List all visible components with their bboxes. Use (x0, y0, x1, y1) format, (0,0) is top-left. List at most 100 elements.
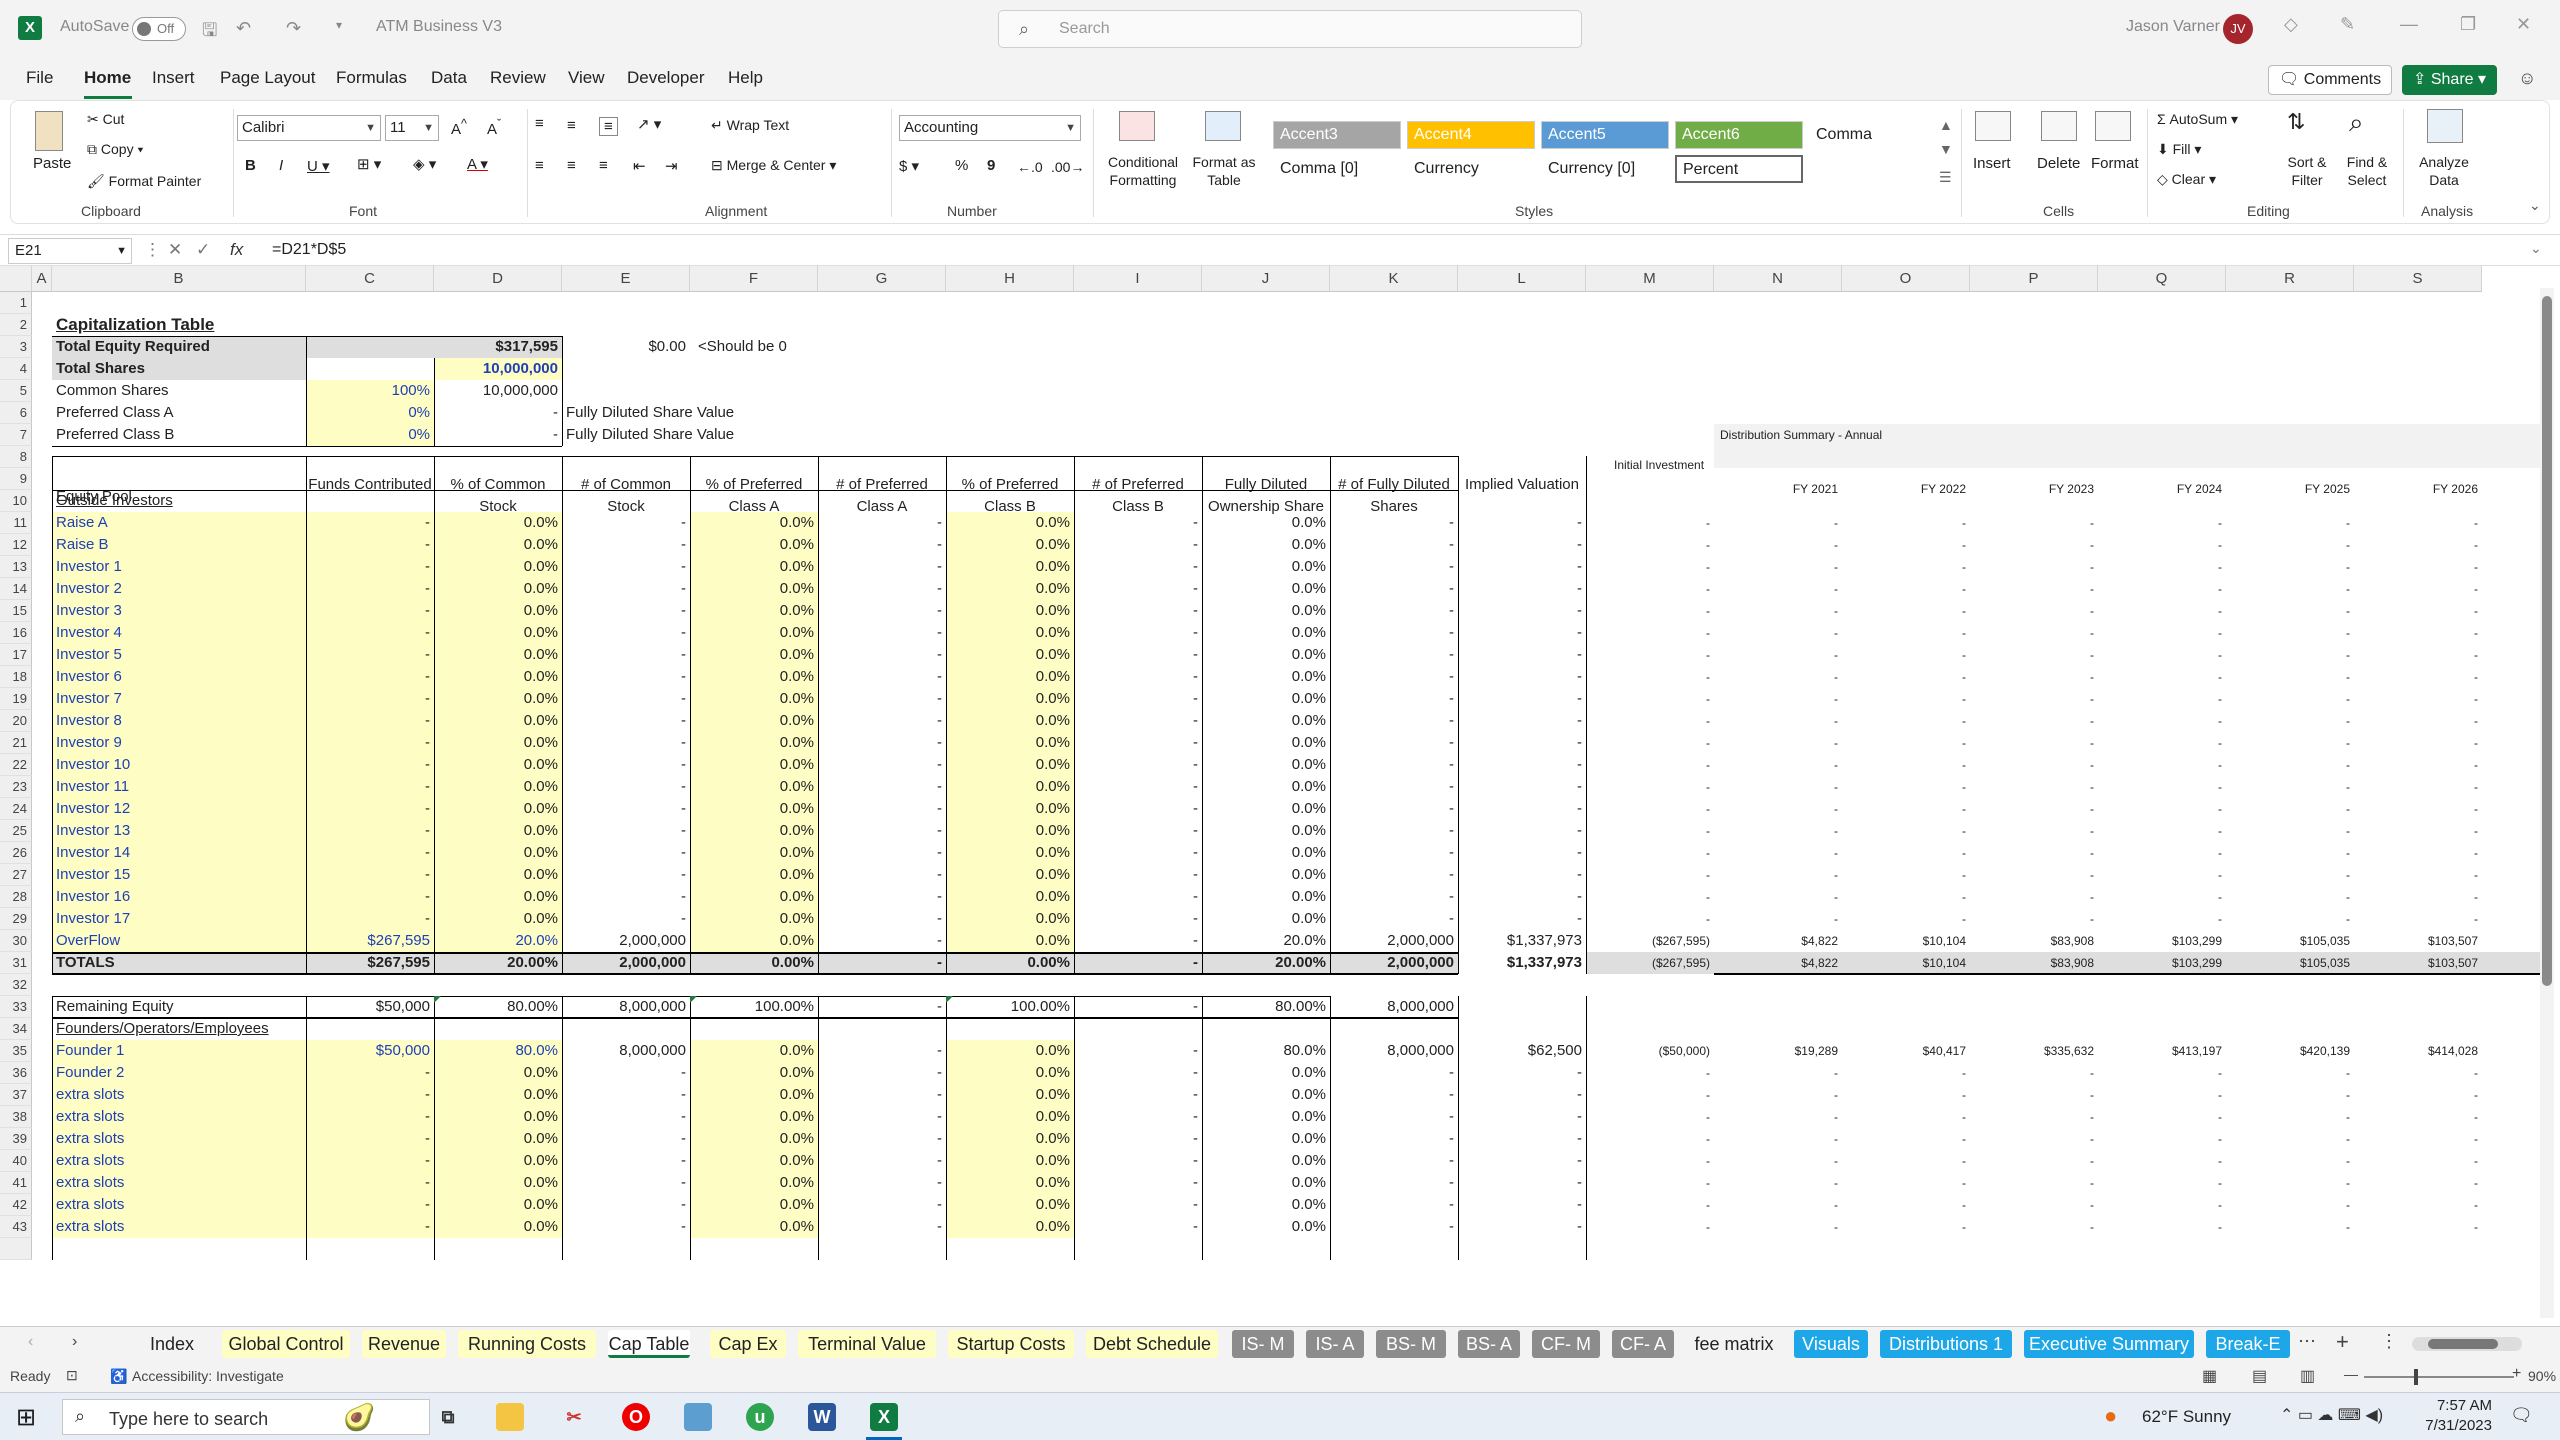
total-shares-value[interactable]: 10,000,000 (434, 358, 562, 380)
cell-f[interactable]: 0.0% (690, 534, 818, 556)
cell-g[interactable]: - (818, 1062, 946, 1084)
cell-e[interactable]: - (562, 666, 690, 688)
grow-font-icon[interactable]: A^ (451, 117, 467, 138)
close-icon[interactable]: ✕ (2516, 14, 2531, 35)
remaining-equity-label[interactable]: Remaining Equity (52, 996, 306, 1018)
cell-j[interactable]: 0.0% (1202, 908, 1330, 930)
style-currency-0[interactable]: Currency [0] (1541, 155, 1669, 183)
dist-cell[interactable]: - (1842, 908, 1970, 930)
expand-formula-icon[interactable]: ⌄ (2530, 240, 2542, 257)
row-header[interactable]: 6 (0, 402, 32, 424)
row-header[interactable]: 26 (0, 842, 32, 864)
cell-d[interactable]: 0.0% (434, 908, 562, 930)
cell-e[interactable]: - (562, 754, 690, 776)
cell-h[interactable]: 0.0% (946, 1040, 1074, 1062)
dist-cell[interactable]: - (1714, 820, 1842, 842)
cell-f[interactable]: 0.0% (690, 512, 818, 534)
dist-cell[interactable]: - (1714, 578, 1842, 600)
app-icon[interactable] (684, 1403, 712, 1431)
cell-f[interactable]: 0.0% (690, 600, 818, 622)
cell-g[interactable]: - (818, 622, 946, 644)
cell-i[interactable]: - (1074, 1062, 1202, 1084)
fdsv-label-b[interactable]: Fully Diluted Share Value (562, 424, 782, 446)
underline-button[interactable]: U ▾ (307, 157, 330, 175)
dist-cell[interactable]: - (1970, 1062, 2098, 1084)
dist-cell[interactable]: - (1586, 842, 1714, 864)
dist-cell[interactable]: - (2354, 754, 2482, 776)
minimize-icon[interactable]: — (2400, 14, 2418, 35)
tab-cf-a[interactable]: CF- A (1612, 1330, 1674, 1358)
fy-header[interactable]: FY 2021 (1714, 478, 1842, 500)
dist-cell[interactable]: - (2354, 776, 2482, 798)
cell-j[interactable]: 0.0% (1202, 644, 1330, 666)
dist-cell[interactable]: - (1586, 1172, 1714, 1194)
cell-l[interactable]: - (1458, 556, 1586, 578)
cell-l[interactable]: - (1458, 1062, 1586, 1084)
dist-cell[interactable]: $420,139 (2226, 1040, 2354, 1062)
cell-k[interactable]: - (1330, 886, 1458, 908)
insert-cells-button[interactable]: Insert (1973, 155, 2011, 172)
page-layout-view-icon[interactable]: ▤ (2252, 1366, 2267, 1386)
cell-l[interactable]: - (1458, 908, 1586, 930)
cell-d[interactable]: 0.0% (434, 666, 562, 688)
dist-cell[interactable]: - (1714, 886, 1842, 908)
row-header[interactable]: 21 (0, 732, 32, 754)
name-box[interactable]: E21 ▼ (8, 238, 132, 264)
bold-button[interactable]: B (245, 157, 256, 174)
cell-g[interactable]: - (818, 820, 946, 842)
cell-k[interactable]: - (1330, 842, 1458, 864)
dist-cell[interactable]: - (1970, 578, 2098, 600)
dist-cell[interactable]: ($267,595) (1586, 930, 1714, 952)
cell-d[interactable]: 0.0% (434, 556, 562, 578)
check-value[interactable]: $0.00 (562, 336, 690, 358)
cell-f[interactable]: 0.0% (690, 688, 818, 710)
founder-label[interactable]: extra slots (52, 1172, 306, 1194)
dist-cell[interactable]: - (1714, 1084, 1842, 1106)
cell-j[interactable]: 0.0% (1202, 798, 1330, 820)
cell-d[interactable]: 0.0% (434, 534, 562, 556)
dist-cell[interactable]: - (1970, 710, 2098, 732)
tab-bs-a[interactable]: BS- A (1458, 1330, 1520, 1358)
cell-f[interactable]: 0.0% (690, 1084, 818, 1106)
row-header[interactable]: 13 (0, 556, 32, 578)
cell-h[interactable]: 0.0% (946, 776, 1074, 798)
cell-j[interactable]: 0.0% (1202, 732, 1330, 754)
cell-c[interactable]: $267,595 (306, 930, 434, 952)
cell-c[interactable]: - (306, 512, 434, 534)
row-header[interactable]: 14 (0, 578, 32, 600)
column-header-s[interactable]: S (2354, 266, 2482, 292)
cell-e[interactable]: - (562, 688, 690, 710)
dist-cell[interactable]: $83,908 (1970, 952, 2098, 974)
notifications-icon[interactable]: 🗨 (2510, 1405, 2533, 1426)
zoom-out-icon[interactable]: — (2344, 1366, 2358, 1382)
dist-cell[interactable]: $10,104 (1842, 930, 1970, 952)
cell-g[interactable]: - (818, 512, 946, 534)
dist-cell[interactable]: - (1970, 1128, 2098, 1150)
cell-c[interactable]: $50,000 (306, 1040, 434, 1062)
dist-cell[interactable]: - (2226, 1084, 2354, 1106)
cell-f[interactable]: 0.0% (690, 556, 818, 578)
totals-num-common[interactable]: 2,000,000 (562, 952, 690, 974)
dist-cell[interactable]: - (1586, 556, 1714, 578)
investor-label[interactable]: Raise B (52, 534, 306, 556)
dist-cell[interactable]: - (1714, 798, 1842, 820)
cell-e[interactable]: - (562, 1128, 690, 1150)
currency-format-icon[interactable]: $ ▾ (899, 157, 919, 175)
dist-cell[interactable]: - (2098, 534, 2226, 556)
style-percent[interactable]: Percent (1675, 155, 1803, 183)
dist-cell[interactable]: - (2226, 1128, 2354, 1150)
totals-pct-common[interactable]: 20.00% (434, 952, 562, 974)
cell-l[interactable]: - (1458, 666, 1586, 688)
clock-time[interactable]: 7:57 AM (2422, 1397, 2492, 1414)
dist-cell[interactable]: - (2226, 710, 2354, 732)
cell-f[interactable]: 0.0% (690, 908, 818, 930)
dist-cell[interactable]: - (1970, 842, 2098, 864)
cell-c[interactable]: - (306, 1062, 434, 1084)
dist-cell[interactable]: - (2226, 512, 2354, 534)
row-header[interactable]: 11 (0, 512, 32, 534)
cell-h[interactable]: 0.0% (946, 556, 1074, 578)
share-button[interactable]: ⇪ Share ▾ (2402, 65, 2498, 95)
cell-i[interactable]: - (1074, 666, 1202, 688)
dist-cell[interactable]: - (2354, 644, 2482, 666)
column-header-d[interactable]: D (434, 266, 562, 292)
